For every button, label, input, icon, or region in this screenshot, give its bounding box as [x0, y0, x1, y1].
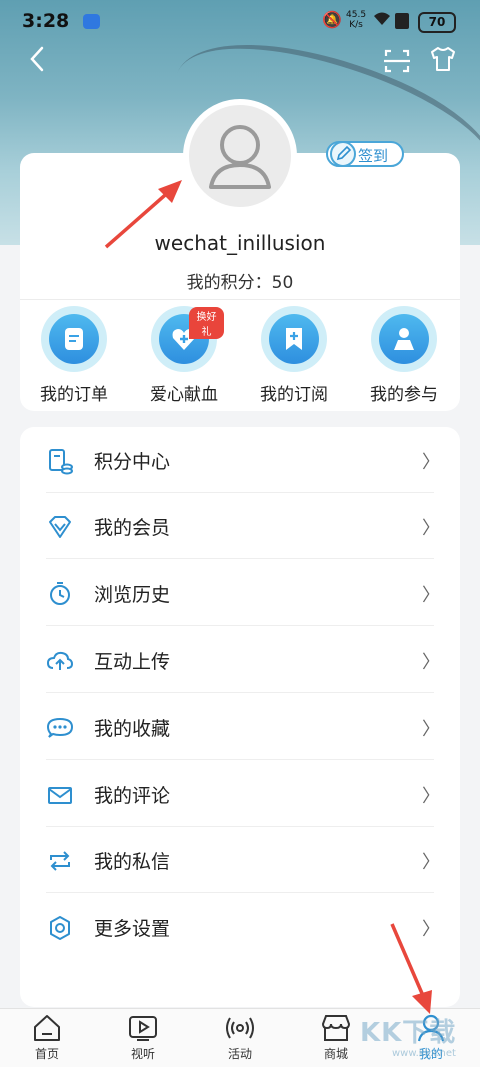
chevron-right-icon: 〉 [422, 919, 440, 940]
play-icon [129, 1016, 157, 1041]
broadcast-icon [226, 1017, 254, 1039]
bookmark-icon [261, 306, 327, 372]
wifi-icon [372, 10, 392, 30]
repeat-icon [50, 851, 70, 871]
menu-label: 浏览历史 [94, 584, 171, 606]
menu-label: 我的会员 [94, 517, 171, 539]
tab-label: 商城 [323, 1047, 348, 1061]
clock-icon [50, 582, 70, 605]
mail-icon [48, 787, 72, 804]
chevron-right-icon: 〉 [422, 585, 440, 606]
username: wechat_inillusion [154, 231, 326, 255]
menu-item-private-messages[interactable]: 我的私信 〉 [20, 827, 460, 893]
avatar[interactable] [183, 99, 297, 213]
menu-item-membership[interactable]: 我的会员 〉 [20, 493, 460, 559]
menu-label: 更多设置 [94, 918, 171, 940]
chevron-right-icon: 〉 [422, 852, 440, 873]
pen-icon [330, 141, 356, 167]
points-ledger-icon [49, 449, 73, 475]
app-notification-icon [83, 14, 100, 29]
menu-label: 我的私信 [94, 851, 171, 873]
divider [46, 692, 434, 693]
quick-action-subscriptions[interactable]: 我的订阅 [254, 306, 334, 405]
network-speed-unit: K/s [349, 20, 363, 30]
watermark-brand: KK下载 [360, 1018, 457, 1048]
chat-bubble-icon [46, 717, 74, 738]
menu-label: 我的收藏 [94, 718, 171, 740]
chevron-right-icon: 〉 [422, 652, 440, 673]
network-speed-value: 45.5 [346, 10, 367, 20]
divider [46, 892, 434, 893]
tab-label: 视听 [130, 1047, 155, 1061]
tab-home[interactable]: 首页 [17, 1013, 77, 1062]
signal-icon [395, 13, 409, 29]
tab-store[interactable]: 商城 [306, 1013, 366, 1062]
quick-action-label: 我的订单 [40, 385, 108, 405]
quick-action-participation[interactable]: 我的参与 [364, 306, 444, 405]
quick-action-blood-donation[interactable]: 换好礼 爱心献血 [144, 306, 224, 405]
menu-label: 积分中心 [94, 451, 171, 473]
divider [46, 558, 434, 559]
home-icon [34, 1015, 60, 1041]
menu-item-comments[interactable]: 我的评论 〉 [20, 761, 460, 827]
chevron-right-icon: 〉 [422, 786, 440, 807]
network-speed: 45.5 K/s [346, 10, 366, 30]
skin-shirt-icon[interactable] [428, 44, 458, 74]
diamond-icon [49, 516, 71, 538]
menu-item-favorites[interactable]: 我的收藏 〉 [20, 694, 460, 760]
mute-icon: 🔕 [322, 10, 342, 29]
divider [46, 625, 434, 626]
document-icon [41, 306, 107, 372]
gift-tag-badge: 换好礼 [189, 307, 224, 339]
default-avatar-icon [209, 125, 271, 189]
menu-label: 互动上传 [94, 651, 171, 673]
menu-label: 我的评论 [94, 785, 171, 807]
person-icon [371, 306, 437, 372]
checkin-label: 签到 [358, 147, 389, 165]
cloud-upload-icon [46, 651, 74, 670]
points-summary[interactable]: 我的积分：50 [0, 268, 480, 293]
quick-action-label: 爱心献血 [150, 385, 218, 405]
divider [20, 299, 460, 300]
settings-icon [50, 916, 70, 940]
tab-video[interactable]: 视听 [113, 1013, 173, 1062]
menu-item-settings[interactable]: 更多设置 〉 [20, 894, 460, 960]
watermark-url: www.kkx.net [392, 1048, 456, 1059]
quick-action-orders[interactable]: 我的订单 [34, 306, 114, 405]
divider [46, 759, 434, 760]
chevron-right-icon: 〉 [422, 452, 440, 473]
tab-label: 首页 [34, 1047, 59, 1061]
menu-item-points-center[interactable]: 积分中心 〉 [20, 427, 460, 493]
chevron-right-icon: 〉 [422, 518, 440, 539]
menu-item-upload[interactable]: 互动上传 〉 [20, 627, 460, 693]
status-bar: 3:28 🔕 45.5 K/s 70 [0, 0, 480, 44]
scan-icon[interactable] [382, 46, 412, 76]
tab-label: 活动 [227, 1047, 252, 1061]
menu-item-history[interactable]: 浏览历史 〉 [20, 560, 460, 626]
battery-indicator: 70 [418, 12, 456, 33]
store-icon [321, 1015, 351, 1041]
checkin-button[interactable]: 签到 [326, 141, 404, 167]
chevron-right-icon: 〉 [422, 719, 440, 740]
quick-action-label: 我的参与 [370, 385, 438, 405]
back-icon[interactable] [24, 44, 54, 74]
status-time: 3:28 [22, 10, 70, 32]
quick-action-label: 我的订阅 [260, 385, 328, 405]
tab-activity[interactable]: 活动 [210, 1013, 270, 1062]
